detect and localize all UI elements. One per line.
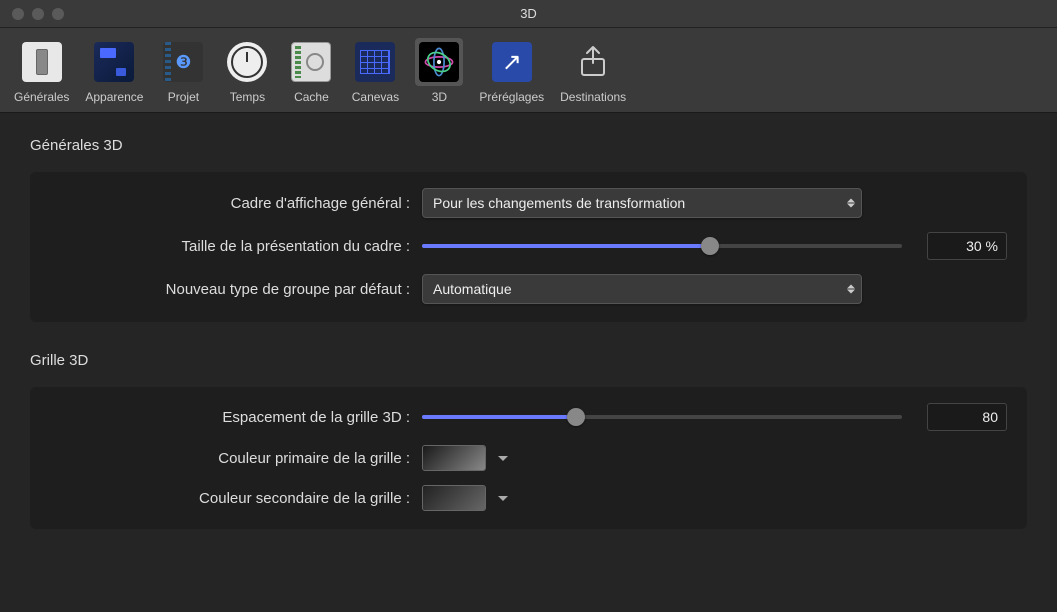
row-espacement-grille: Espacement de la grille 3D : 80 (50, 403, 1007, 431)
chevron-updown-icon (847, 199, 855, 208)
preferences-toolbar: Générales Apparence Projet Temps Cache C… (0, 28, 1057, 113)
slider-thumb[interactable] (701, 237, 719, 255)
row-taille-cadre: Taille de la présentation du cadre : 30 … (50, 232, 1007, 260)
chevron-updown-icon (847, 285, 855, 294)
toolbar-tab-prereglages[interactable]: Préréglages (475, 36, 548, 106)
toolbar-tab-3d[interactable]: 3D (411, 36, 467, 106)
section-title: Grille 3D (30, 352, 1027, 369)
toolbar-tab-projet[interactable]: Projet (155, 36, 211, 106)
appearance-icon (94, 42, 134, 82)
section-generales-3d: Générales 3D Cadre d'affichage général :… (30, 137, 1027, 322)
toolbar-label: Temps (230, 90, 265, 104)
colorwell-secondaire[interactable] (422, 485, 486, 511)
color-swatch (423, 446, 485, 470)
row-couleur-secondaire: Couleur secondaire de la grille : (50, 485, 1007, 511)
toolbar-tab-destinations[interactable]: Destinations (556, 36, 630, 106)
colorwell-primaire[interactable] (422, 445, 486, 471)
section-grille-3d: Grille 3D Espacement de la grille 3D : 8… (30, 352, 1027, 529)
label-cadre-affichage: Cadre d'affichage général : (50, 195, 410, 212)
close-window-button[interactable] (12, 8, 24, 20)
chevron-down-icon[interactable] (496, 456, 510, 461)
switch-icon (22, 42, 62, 82)
3d-sphere-icon (419, 42, 459, 82)
toolbar-label: Cache (294, 90, 329, 104)
maximize-window-button[interactable] (52, 8, 64, 20)
stopwatch-icon (227, 42, 267, 82)
window-title: 3D (520, 6, 537, 21)
toolbar-tab-generales[interactable]: Générales (10, 36, 73, 106)
titlebar: 3D (0, 0, 1057, 28)
value-taille-cadre[interactable]: 30 % (927, 232, 1007, 260)
row-cadre-affichage: Cadre d'affichage général : Pour les cha… (50, 188, 1007, 218)
label-taille-cadre: Taille de la présentation du cadre : (50, 238, 410, 255)
toolbar-tab-canevas[interactable]: Canevas (347, 36, 403, 106)
film-icon (163, 42, 203, 82)
chevron-down-icon[interactable] (496, 496, 510, 501)
label-groupe-defaut: Nouveau type de groupe par défaut : (50, 281, 410, 298)
label-couleur-secondaire: Couleur secondaire de la grille : (50, 490, 410, 507)
preferences-content: Générales 3D Cadre d'affichage général :… (0, 113, 1057, 612)
slider-thumb[interactable] (567, 408, 585, 426)
disk-icon (291, 42, 331, 82)
toolbar-tab-cache[interactable]: Cache (283, 36, 339, 106)
share-icon (573, 42, 613, 82)
row-groupe-defaut: Nouveau type de groupe par défaut : Auto… (50, 274, 1007, 304)
toolbar-tab-temps[interactable]: Temps (219, 36, 275, 106)
color-swatch (423, 486, 485, 510)
toolbar-label: Projet (168, 90, 199, 104)
grid-icon (355, 42, 395, 82)
section-body: Espacement de la grille 3D : 80 Couleur … (30, 387, 1027, 529)
select-cadre-affichage[interactable]: Pour les changements de transformation (422, 188, 862, 218)
toolbar-label: Canevas (352, 90, 399, 104)
minimize-window-button[interactable] (32, 8, 44, 20)
value-espacement-grille[interactable]: 80 (927, 403, 1007, 431)
section-body: Cadre d'affichage général : Pour les cha… (30, 172, 1027, 322)
select-value: Pour les changements de transformation (433, 195, 685, 211)
window-controls (0, 8, 64, 20)
toolbar-label: 3D (432, 90, 447, 104)
slider-espacement-grille[interactable] (422, 407, 902, 427)
row-couleur-primaire: Couleur primaire de la grille : (50, 445, 1007, 471)
toolbar-label: Préréglages (479, 90, 544, 104)
label-espacement-grille: Espacement de la grille 3D : (50, 409, 410, 426)
toolbar-tab-apparence[interactable]: Apparence (81, 36, 147, 106)
label-couleur-primaire: Couleur primaire de la grille : (50, 450, 410, 467)
section-title: Générales 3D (30, 137, 1027, 154)
select-value: Automatique (433, 281, 512, 297)
select-groupe-defaut[interactable]: Automatique (422, 274, 862, 304)
toolbar-label: Destinations (560, 90, 626, 104)
toolbar-label: Apparence (85, 90, 143, 104)
slider-taille-cadre[interactable] (422, 236, 902, 256)
arrows-icon (492, 42, 532, 82)
toolbar-label: Générales (14, 90, 69, 104)
